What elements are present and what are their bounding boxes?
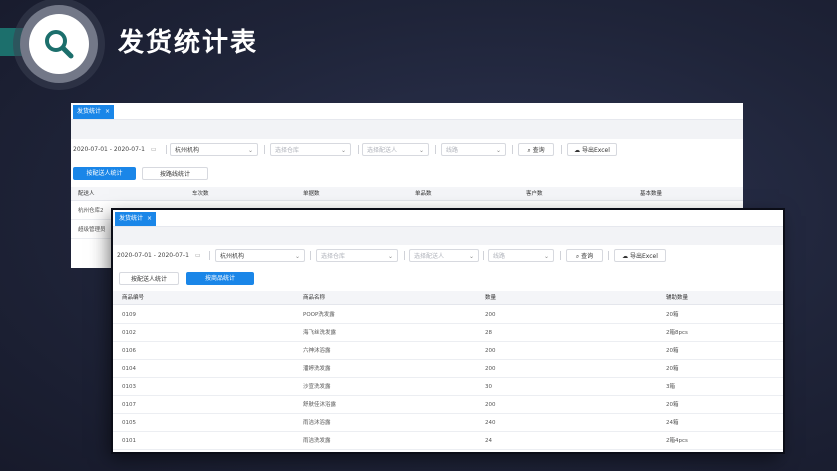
product-code-cell: 0104: [122, 366, 136, 372]
quantity-cell: 200: [485, 402, 496, 408]
table-row: 0101 雨洁洗发露 24 2箱4pcs: [113, 432, 783, 450]
quantity-cell: 28: [485, 330, 492, 336]
chevron-down-icon: ⌄: [340, 147, 346, 154]
date-range-input[interactable]: 2020-07-01 - 2020-07-1 ▭: [73, 143, 157, 156]
tab-label: 发货统计: [77, 108, 102, 115]
table-header: 配送人 车次数 单据数 单品数 客户数 基本数量: [71, 187, 743, 201]
product-name-cell: 沙宣洗发露: [303, 384, 331, 390]
column-header: 商品编号: [122, 295, 145, 301]
table-cell: 杭州仓库2: [78, 208, 104, 214]
table-row: 0107 舒肤佳沐浴露 200 20箱: [113, 396, 783, 414]
table-cell: 超级管理员: [78, 227, 106, 233]
chevron-down-icon: ⌄: [543, 253, 549, 260]
search-icon: [29, 14, 89, 74]
org-select[interactable]: 杭州机构 ⌄: [170, 143, 258, 156]
search-icon: ⌕: [575, 253, 580, 260]
column-header: 商品名称: [303, 295, 326, 301]
product-code-cell: 0105: [122, 420, 136, 426]
aux-quantity-cell: 20箱: [666, 312, 679, 318]
warehouse-select[interactable]: 选择仓库 ⌄: [270, 143, 351, 156]
route-select[interactable]: 线路 ⌄: [488, 249, 554, 262]
product-name-cell: 六神沐浴露: [303, 348, 331, 354]
column-header: 基本数量: [640, 191, 663, 197]
chevron-down-icon: ⌄: [247, 147, 253, 154]
table-header: 商品编号 商品名称 数量 辅助数量: [113, 291, 783, 305]
table-row: 0109 POOP洗发露 200 20箱: [113, 306, 783, 324]
export-excel-button[interactable]: ☁ 导出Excel: [567, 143, 617, 156]
quantity-cell: 200: [485, 348, 496, 354]
product-name-cell: 海飞丝洗发露: [303, 330, 337, 336]
tab-by-product[interactable]: 按商品统计: [186, 272, 254, 285]
close-icon[interactable]: ×: [105, 108, 110, 115]
product-name-cell: 舒肤佳沐浴露: [303, 402, 337, 408]
quantity-cell: 30: [485, 384, 492, 390]
product-code-cell: 0106: [122, 348, 136, 354]
table-row: 0102 海飞丝洗发露 28 2箱8pcs: [113, 324, 783, 342]
chevron-down-icon: ⌄: [418, 147, 424, 154]
chevron-down-icon: ⌄: [294, 253, 300, 260]
column-header: 单品数: [415, 191, 432, 197]
cloud-download-icon: ☁: [574, 147, 581, 154]
column-header: 辅助数量: [666, 295, 689, 301]
cloud-download-icon: ☁: [622, 253, 629, 260]
slide-title: 发货统计表: [118, 28, 259, 58]
quantity-cell: 200: [485, 312, 496, 318]
aux-quantity-cell: 20箱: [666, 402, 679, 408]
deliverer-select[interactable]: 选择配送人 ⌄: [409, 249, 479, 262]
aux-quantity-cell: 2箱8pcs: [666, 330, 688, 336]
column-header: 车次数: [192, 191, 209, 197]
quantity-cell: 240: [485, 420, 496, 426]
chevron-down-icon: ⌄: [495, 147, 501, 154]
tab-by-deliverer[interactable]: 按配送人统计: [73, 167, 136, 180]
tab-shipping-stats[interactable]: 发货统计 ×: [115, 212, 157, 226]
search-button[interactable]: ⌕ 查询: [518, 143, 554, 156]
aux-quantity-cell: 20箱: [666, 348, 679, 354]
product-code-cell: 0109: [122, 312, 136, 318]
quantity-cell: 200: [485, 366, 496, 372]
search-button[interactable]: ⌕ 查询: [566, 249, 603, 262]
column-header: 客户数: [526, 191, 543, 197]
deliverer-select[interactable]: 选择配送人 ⌄: [362, 143, 429, 156]
chevron-down-icon: ⌄: [468, 253, 474, 260]
aux-quantity-cell: 20箱: [666, 366, 679, 372]
product-name-cell: 雨洁洗发露: [303, 438, 331, 444]
aux-quantity-cell: 2箱4pcs: [666, 438, 688, 444]
tab-by-deliverer[interactable]: 按配送人统计: [119, 272, 179, 285]
table-row: 0104 潘婷洗发露 200 20箱: [113, 360, 783, 378]
column-header: 数量: [485, 295, 497, 301]
product-name-cell: POOP洗发露: [303, 312, 335, 318]
column-header: 配送人: [78, 191, 95, 197]
tab-label: 发货统计: [119, 215, 144, 222]
warehouse-select[interactable]: 选择仓库 ⌄: [316, 249, 398, 262]
calendar-icon: ▭: [194, 252, 201, 259]
org-select[interactable]: 杭州机构 ⌄: [215, 249, 305, 262]
column-header: 单据数: [303, 191, 320, 197]
product-code-cell: 0101: [122, 438, 136, 444]
aux-quantity-cell: 24箱: [666, 420, 679, 426]
calendar-icon: ▭: [150, 146, 157, 153]
tab-by-route[interactable]: 按路线统计: [142, 167, 208, 180]
table-row: 0105 雨洁沐浴露 240 24箱: [113, 414, 783, 432]
route-select[interactable]: 线路 ⌄: [441, 143, 506, 156]
tab-shipping-stats[interactable]: 发货统计 ×: [73, 105, 115, 119]
product-code-cell: 0102: [122, 330, 136, 336]
export-excel-button[interactable]: ☁ 导出Excel: [614, 249, 666, 262]
table-row: 0103 沙宣洗发露 30 3箱: [113, 378, 783, 396]
product-name-cell: 潘婷洗发露: [303, 366, 331, 372]
chevron-down-icon: ⌄: [387, 253, 393, 260]
aux-quantity-cell: 3箱: [666, 384, 675, 390]
front-screenshot: 发货统计 × 2020-07-01 - 2020-07-1 ▭ 杭州机构 ⌄ 选择仓…: [113, 210, 783, 452]
product-code-cell: 0107: [122, 402, 136, 408]
quantity-cell: 24: [485, 438, 492, 444]
search-icon: ⌕: [527, 147, 531, 154]
date-range-input[interactable]: 2020-07-01 - 2020-07-1 ▭: [117, 249, 201, 262]
product-code-cell: 0103: [122, 384, 136, 390]
product-name-cell: 雨洁沐浴露: [303, 420, 331, 426]
close-icon[interactable]: ×: [147, 215, 152, 222]
table-row: 0106 六神沐浴露 200 20箱: [113, 342, 783, 360]
